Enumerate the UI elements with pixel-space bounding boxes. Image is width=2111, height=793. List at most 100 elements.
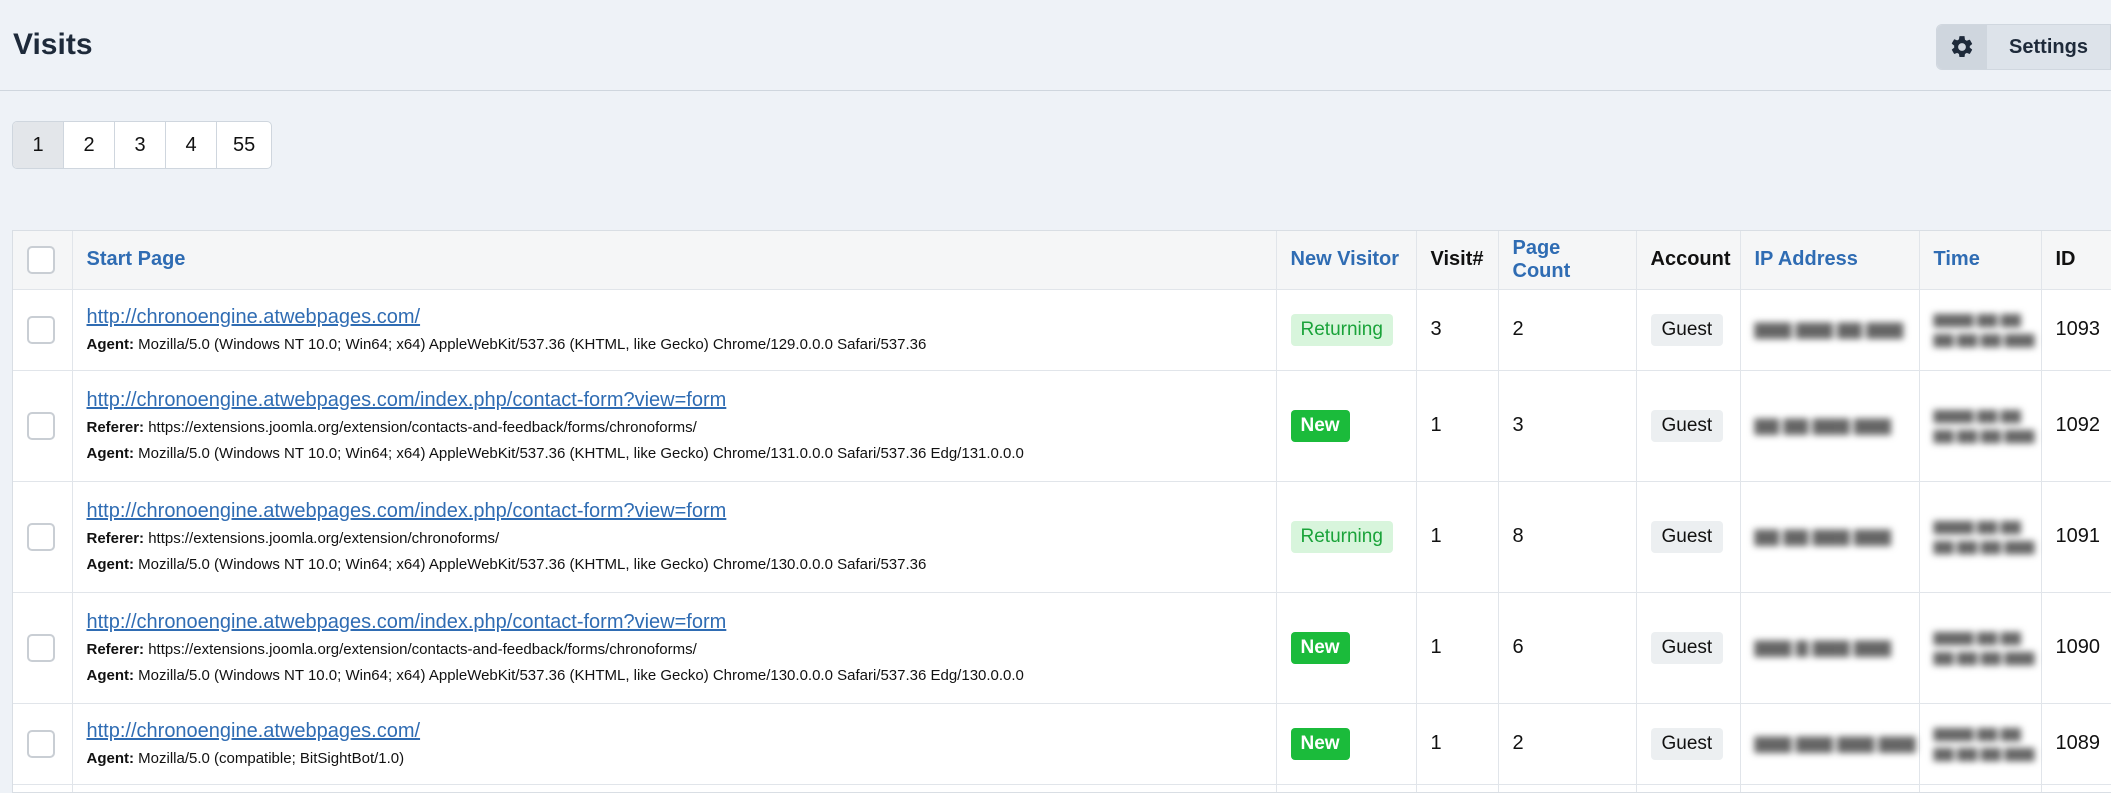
status-badge: New [1290,727,1350,760]
new-visitor-cell: Returning [1276,289,1417,371]
start-page-link[interactable]: http://chronoengine.atwebpages.com/ [87,304,1262,330]
visit-num-cell: 1 [1416,481,1499,593]
page-link-1[interactable]: 1 [13,122,64,168]
row-checkbox[interactable] [27,522,55,551]
table-row: http://chronoengine.atwebpages.com/index… [13,481,2111,593]
status-badge: Returning [1290,520,1393,553]
status-badge: Returning [1290,313,1393,346]
start-page-cell: http://chronoengine.atwebpages.com/ Agen… [72,703,1277,785]
row-checkbox[interactable] [27,729,55,758]
time-redacted: ▇▇▇▇ ▇▇ ▇▇ ▇▇ ▇▇ ▇▇ ▇▇▇ [1933,629,2035,665]
account-badge: Guest [1650,631,1724,664]
time-cell: ▇▇▇▇ ▇▇ ▇▇ ▇▇ ▇▇ ▇▇ ▇▇▇ [1919,703,2042,785]
time-cell: ▇▇▇▇ ▇▇ ▇▇ ▇▇ ▇▇ ▇▇ ▇▇▇ [1919,289,2042,371]
ip-address-redacted: ▇▇ ▇▇ ▇▇▇ ▇▇▇ [1754,529,1891,546]
account-badge: Guest [1650,313,1724,346]
page-count-cell: 3 [1498,370,1637,482]
start-page-link[interactable]: http://chronoengine.atwebpages.com/index… [87,387,1262,413]
gear-icon [1937,25,1987,69]
visit-num-cell: 1 [1416,703,1499,785]
referer-label: Referer: [86,640,145,658]
column-header-ip-address[interactable]: IP Address [1740,231,1920,290]
agent-label: Agent: [86,335,135,353]
referer-value: https://extensions.joomla.org/extension/… [148,529,500,547]
new-visitor-cell: Returning [1276,481,1417,593]
ip-address-redacted: ▇▇▇ ▇▇▇ ▇▇▇ ▇▇▇ [1754,736,1916,753]
agent-label: Agent: [86,555,135,573]
start-page-cell: http://chronoengine.atwebpages.com/index… [72,481,1277,593]
table-row: http://chronoengine.atwebpages.com/index… [13,592,2111,704]
page-link-4[interactable]: 4 [166,122,217,168]
row-checkbox[interactable] [27,411,55,440]
start-page-link[interactable]: http://chronoengine.atwebpages.com/index… [87,609,1262,635]
page-count-cell: 6 [1498,592,1637,704]
agent-line: Agent: Mozilla/5.0 (Windows NT 10.0; Win… [87,554,1262,576]
account-cell: Guest [1636,481,1741,593]
row-select-cell [13,592,73,704]
page-link-last[interactable]: 55 [217,122,271,168]
account-cell: Guest [1636,592,1741,704]
status-badge: New [1290,631,1350,664]
time-cell: ▇▇▇▇ ▇▇ ▇▇ ▇▇ ▇▇ ▇▇ ▇▇▇ [1919,592,2042,704]
time-redacted: ▇▇▇▇ ▇▇ ▇▇ ▇▇ ▇▇ ▇▇ ▇▇▇ [1933,518,2035,554]
referer-line: Referer: https://extensions.joomla.org/e… [87,417,1262,439]
start-page-cell: http://chronoengine.atwebpages.com/index… [72,370,1277,482]
row-select-cell [13,481,73,593]
status-badge: New [1290,409,1350,442]
id-cell: 1089 [2041,703,2111,785]
id-cell: 1091 [2041,481,2111,593]
start-page-link[interactable]: http://chronoengine.atwebpages.com/ [87,718,1262,744]
settings-button[interactable]: Settings [1936,24,2111,70]
table-row: http://chronoengine.atwebpages.com/ Agen… [13,703,2111,785]
start-page-cell: http://chronoengine.atwebpages.com/ Agen… [72,289,1277,371]
table-row: http://chronoengine.atwebpages.com/ Agen… [13,289,2111,371]
agent-label: Agent: [86,749,135,767]
page-count-cell: 2 [1498,703,1637,785]
page-link-2[interactable]: 2 [64,122,115,168]
column-header-time[interactable]: Time [1919,231,2042,290]
account-cell: Guest [1636,370,1741,482]
agent-label: Agent: [86,444,135,462]
page-count-cell: 8 [1498,481,1637,593]
start-page-link[interactable]: http://chronoengine.atwebpages.com/index… [87,498,1262,524]
page-header: Visits Settings [0,0,2111,91]
row-checkbox[interactable] [27,633,55,662]
select-all-checkbox[interactable] [27,245,55,274]
agent-value: Mozilla/5.0 (Windows NT 10.0; Win64; x64… [138,444,1024,462]
ip-address-redacted: ▇▇▇ ▇▇▇ ▇▇ ▇▇▇ [1754,322,1904,339]
start-page-cell: http://chronoengine.atwebpages.com/index… [72,592,1277,704]
column-header-start-page[interactable]: Start Page [72,231,1277,290]
row-select-cell [13,289,73,371]
visit-num-cell: 1 [1416,370,1499,482]
table-header-row: Start Page New Visitor Visit# Page Count… [13,231,2111,290]
column-header-account: Account [1636,231,1741,290]
ip-address-redacted: ▇▇ ▇▇ ▇▇▇ ▇▇▇ [1754,418,1891,435]
table-row: http://chronoengine.atwebpages.com/index… [13,370,2111,482]
new-visitor-cell: New [1276,370,1417,482]
referer-label: Referer: [86,418,145,436]
table-row [13,784,2111,792]
time-redacted: ▇▇▇▇ ▇▇ ▇▇ ▇▇ ▇▇ ▇▇ ▇▇▇ [1933,311,2035,347]
time-redacted: ▇▇▇▇ ▇▇ ▇▇ ▇▇ ▇▇ ▇▇ ▇▇▇ [1933,407,2035,443]
row-checkbox[interactable] [27,315,55,344]
time-cell: ▇▇▇▇ ▇▇ ▇▇ ▇▇ ▇▇ ▇▇ ▇▇▇ [1919,481,2042,593]
new-visitor-cell: New [1276,592,1417,704]
referer-line: Referer: https://extensions.joomla.org/e… [87,639,1262,661]
visits-table: Start Page New Visitor Visit# Page Count… [12,230,2111,793]
row-select-cell [13,370,73,482]
column-header-page-count[interactable]: Page Count [1498,231,1637,290]
page-count-cell: 2 [1498,289,1637,371]
ip-address-redacted: ▇▇▇ ▇ ▇▇▇ ▇▇▇ [1754,640,1891,657]
page-link-3[interactable]: 3 [115,122,166,168]
referer-value: https://extensions.joomla.org/extension/… [148,418,697,436]
account-badge: Guest [1650,409,1724,442]
ip-address-cell: ▇▇ ▇▇ ▇▇▇ ▇▇▇ [1740,481,1920,593]
account-cell: Guest [1636,289,1741,371]
referer-line: Referer: https://extensions.joomla.org/e… [87,528,1262,550]
time-cell: ▇▇▇▇ ▇▇ ▇▇ ▇▇ ▇▇ ▇▇ ▇▇▇ [1919,370,2042,482]
column-header-visit-num: Visit# [1416,231,1499,290]
visit-num-cell: 1 [1416,592,1499,704]
agent-label: Agent: [86,666,135,684]
column-header-new-visitor[interactable]: New Visitor [1276,231,1417,290]
ip-address-cell: ▇▇ ▇▇ ▇▇▇ ▇▇▇ [1740,370,1920,482]
